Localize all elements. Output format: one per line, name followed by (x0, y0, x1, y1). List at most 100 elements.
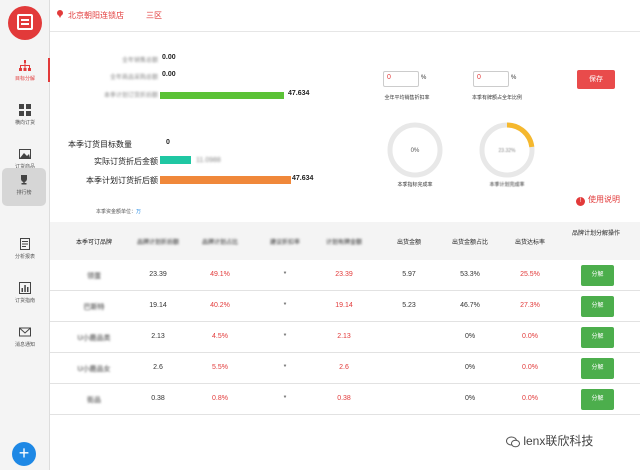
report-icon (20, 238, 30, 250)
sidebar-item-goods[interactable]: 订货商品 (0, 148, 50, 170)
header-bar: 北京朝阳连锁店 三区 (50, 0, 640, 32)
help-link[interactable]: ! 使用说明 (576, 194, 620, 206)
year-sales-value: 0.00 (162, 54, 176, 61)
wechat-icon (506, 436, 520, 448)
sidebar-item-label: 订货指南 (14, 298, 35, 304)
cell-ship-ratio: 46.7% (460, 302, 480, 309)
cell-amount: 19.14 (335, 302, 353, 309)
cell-rate: * (283, 302, 287, 309)
cell-ratio: 0.8% (212, 395, 228, 402)
save-button[interactable]: 保存 (577, 70, 615, 89)
watermark-text: lenx联欣科技 (523, 434, 594, 448)
cell-ship-ratio: 0% (464, 395, 476, 402)
year-goods-value: 0.00 (162, 71, 176, 78)
plan-value: 47.634 (292, 175, 314, 182)
cell-rate: * (283, 395, 287, 402)
sidebar-item-target[interactable]: 目标分解 (0, 58, 50, 82)
annual-rate-input[interactable]: 0 (383, 71, 419, 87)
district-name[interactable]: 三区 (146, 10, 162, 21)
sidebar: 目标分解 横向订货 订货商品 排行榜 分析报表 订货指南 消息通知 + (0, 0, 50, 470)
col-reach: 出货达标率 (514, 240, 545, 246)
cell-brand: 巴斯特 (83, 304, 105, 311)
cell-reach: 0.0% (522, 395, 538, 402)
annual-rate-unit: % (421, 75, 427, 81)
cell-ship: 5.23 (402, 302, 416, 309)
col-plan: 品牌计划折后额 (136, 240, 179, 246)
cell-amount: 2.13 (337, 333, 351, 340)
annual-rate-caption: 全年平均销售折扣率 (384, 95, 430, 101)
decompose-button[interactable]: 分解 (581, 358, 614, 379)
plan-label: 本季计划订货折后额 (86, 176, 158, 185)
trophy-icon (21, 175, 27, 185)
col-action: 品牌计划分解操作 (571, 231, 620, 237)
order-value: 0 (166, 139, 170, 146)
decompose-button[interactable]: 分解 (581, 327, 614, 348)
decompose-button[interactable]: 分解 (581, 265, 614, 286)
cell-plan: 0.38 (151, 395, 165, 402)
cell-ship: 5.97 (402, 271, 416, 278)
sidebar-item-horizontal[interactable]: 横向订货 (0, 104, 50, 126)
brand-ratio-input[interactable]: 0 (473, 71, 509, 87)
brand-table: 本季可订品牌 品牌计划折后额 品牌计划占比 建议折扣率 计划有牌金额 出货金额 … (50, 222, 640, 415)
sidebar-item-label: 横向订货 (14, 120, 35, 126)
cell-plan: 2.6 (153, 364, 163, 371)
cell-ratio: 40.2% (210, 302, 230, 309)
sidebar-item-reports[interactable]: 分析报表 (0, 238, 50, 260)
watermark: lenx联欣科技 (506, 432, 593, 449)
sidebar-item-guide[interactable]: 订货指南 (0, 282, 50, 304)
sidebar-item-label: 分析报表 (14, 254, 35, 260)
brand-ratio-unit: % (511, 75, 517, 81)
add-button[interactable]: + (12, 442, 36, 466)
target-completion-ring: 0% (387, 122, 443, 178)
sidebar-item-label: 消息通知 (14, 342, 35, 348)
plan-bar (160, 176, 292, 184)
season-plan-value: 47.634 (288, 90, 310, 97)
table-row: 街品 0.38 0.8% * 0.38 0% 0.0% 分解 (50, 384, 640, 415)
year-sales-label: 全年销售总额 (121, 58, 158, 64)
decompose-button[interactable]: 分解 (581, 296, 614, 317)
unit-note-text: 本季资金额单位： (96, 209, 137, 215)
year-goods-label: 全年商品采购总额 (109, 75, 158, 81)
col-ship: 出货金额 (396, 240, 421, 246)
app-logo[interactable] (8, 6, 42, 40)
brand-ratio-caption: 本季有牌额占全年比例 (471, 95, 522, 101)
cell-brand: 领蛋 (87, 273, 101, 280)
target-completion-caption: 本季指标完成率 (397, 182, 433, 188)
cell-brand: 街品 (87, 397, 101, 404)
sidebar-item-messages[interactable]: 消息通知 (0, 326, 50, 348)
sidebar-item-label: 排行榜 (16, 190, 32, 196)
order-label: 本季订货目标数量 (68, 140, 132, 149)
grid-icon (19, 104, 31, 116)
col-ratio: 品牌计划占比 (201, 240, 238, 246)
table-row: 巴斯特 19.14 40.2% * 19.14 5.23 46.7% 27.3% 分解 (50, 291, 640, 322)
cell-plan: 2.13 (151, 333, 165, 340)
cell-ship-ratio: 0% (464, 333, 476, 340)
plan-completion-ring: 23.32% (479, 122, 535, 178)
cell-ratio: 4.5% (212, 333, 228, 340)
sidebar-item-ranking[interactable]: 排行榜 (2, 168, 46, 206)
table-row: U小鹿品类 2.13 4.5% * 2.13 0% 0.0% 分解 (50, 322, 640, 353)
col-rate: 建议折扣率 (269, 240, 300, 246)
season-plan-label: 本季计划订货折后额 (103, 93, 158, 99)
table-row: U小鹿品女 2.6 5.5% * 2.6 0% 0.0% 分解 (50, 353, 640, 384)
cell-plan: 19.14 (149, 302, 167, 309)
unit-note: 本季资金额单位：万 (96, 208, 141, 215)
info-icon: ! (576, 197, 585, 206)
store-name[interactable]: 北京朝阳连锁店 (68, 10, 124, 21)
help-label: 使用说明 (588, 195, 620, 204)
table-header: 本季可订品牌 品牌计划折后额 品牌计划占比 建议折扣率 计划有牌金额 出货金额 … (50, 222, 640, 260)
cell-reach: 27.3% (520, 302, 540, 309)
image-icon (19, 149, 31, 159)
season-plan-bar (160, 92, 284, 99)
col-brand: 本季可订品牌 (75, 240, 112, 246)
chart-icon (19, 282, 31, 294)
cell-ship-ratio: 53.3% (460, 271, 480, 278)
decompose-button[interactable]: 分解 (581, 389, 614, 410)
col-amount: 计划有牌金额 (325, 240, 362, 246)
cell-rate: * (283, 364, 287, 371)
cell-brand: U小鹿品女 (77, 366, 111, 373)
cell-rate: * (283, 333, 287, 340)
cell-brand: U小鹿品类 (77, 335, 111, 342)
actual-label: 实际订货折后金额 (94, 157, 158, 166)
cell-plan: 23.39 (149, 271, 167, 278)
